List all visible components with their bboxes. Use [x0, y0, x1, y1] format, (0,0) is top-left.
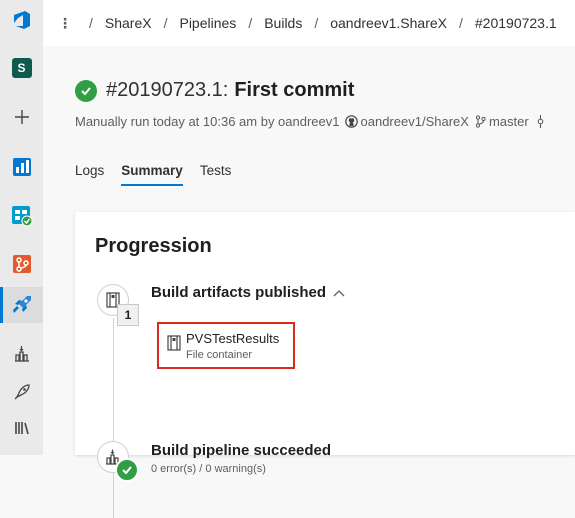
breadcrumb-separator: / — [459, 15, 463, 31]
artifact-item[interactable]: PVSTestResults File container — [157, 322, 295, 369]
breadcrumb-separator: / — [314, 15, 319, 31]
tab-summary[interactable]: Summary — [121, 163, 183, 186]
github-icon — [344, 115, 358, 128]
library-nav[interactable] — [0, 410, 43, 446]
new-item-button[interactable] — [0, 99, 43, 135]
builds-icon — [14, 346, 29, 362]
artifact-name[interactable]: PVSTestResults — [186, 331, 279, 346]
build-number: #20190723.1: — [106, 79, 229, 101]
success-check-icon — [75, 79, 97, 102]
commit-icon — [537, 115, 543, 128]
page-title: #20190723.1: First commit — [75, 79, 354, 102]
step-artifacts-published[interactable]: Build artifacts published — [151, 284, 345, 301]
step-title-text: Build artifacts published — [151, 284, 327, 301]
pipelines-nav[interactable] — [0, 287, 43, 323]
progression-title: Progression — [95, 235, 212, 257]
left-navigation-rail: S — [0, 0, 43, 455]
boards-nav[interactable] — [0, 198, 43, 234]
overview-icon — [12, 158, 31, 176]
breadcrumb-separator: / — [248, 15, 253, 31]
chevron-up-icon[interactable] — [333, 289, 345, 297]
run-info: Manually run today at 10:36 am by oandre… — [75, 114, 340, 129]
library-icon — [14, 422, 29, 435]
main-content: #20190723.1: First commit Manually run t… — [43, 46, 575, 518]
releases-nav[interactable] — [0, 374, 43, 410]
repos-icon — [12, 255, 31, 273]
breadcrumb-separator: / — [89, 15, 93, 31]
artifact-type: File container — [186, 349, 253, 361]
breadcrumb-pipeline-name[interactable]: oandreev1.ShareX — [330, 15, 447, 31]
builds-nav[interactable] — [0, 336, 43, 372]
timeline-line — [113, 318, 114, 518]
tab-tests[interactable]: Tests — [200, 163, 232, 186]
boards-icon — [11, 206, 32, 227]
tab-logs[interactable]: Logs — [75, 163, 104, 186]
more-options-icon[interactable]: ⋮ — [58, 15, 72, 32]
success-badge-icon — [115, 458, 139, 482]
pipelines-icon — [12, 296, 31, 313]
azure-devops-logo[interactable] — [0, 2, 43, 38]
repo-link[interactable]: oandreev1/ShareX — [361, 114, 469, 129]
azure-devops-icon — [13, 11, 30, 29]
overview-nav[interactable] — [0, 149, 43, 185]
breadcrumb-project[interactable]: ShareX — [105, 15, 152, 31]
step-pipeline-succeeded: Build pipeline succeeded — [151, 442, 332, 459]
file-container-icon — [167, 335, 181, 351]
repos-nav[interactable] — [0, 246, 43, 282]
progression-card: Progression 1 Build artifacts published … — [75, 212, 575, 518]
branch-icon — [475, 115, 486, 128]
breadcrumb-build-number[interactable]: #20190723.1 — [475, 15, 557, 31]
breadcrumb-pipelines[interactable]: Pipelines — [179, 15, 236, 31]
breadcrumb-builds[interactable]: Builds — [264, 15, 302, 31]
rocket-icon — [14, 384, 30, 400]
branch-name[interactable]: master — [489, 114, 529, 129]
top-header: ⋮ / ShareX / Pipelines / Builds / oandre… — [43, 0, 575, 46]
build-meta: Manually run today at 10:36 am by oandre… — [75, 114, 549, 129]
commit-message: First commit — [234, 79, 355, 101]
project-avatar[interactable]: S — [0, 50, 43, 86]
breadcrumb-separator: / — [163, 15, 168, 31]
step-error-summary: 0 error(s) / 0 warning(s) — [151, 463, 266, 475]
plus-icon — [14, 110, 29, 124]
artifact-count-badge: 1 — [117, 304, 139, 326]
tab-bar: Logs Summary Tests — [75, 163, 248, 186]
